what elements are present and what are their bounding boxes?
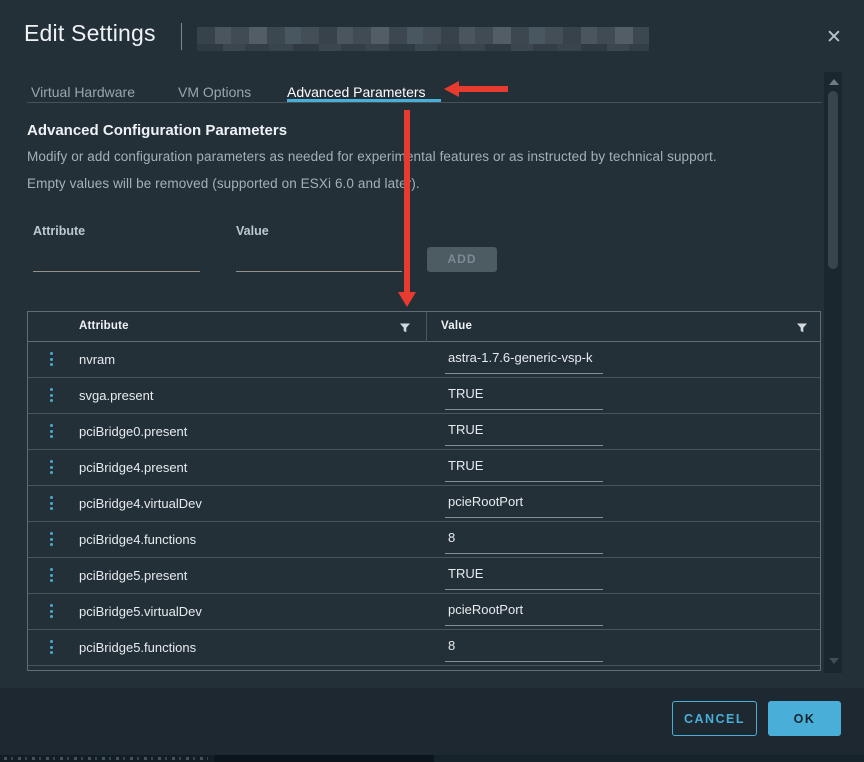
row-actions-icon[interactable] (50, 388, 53, 402)
value-field-label: Value (236, 224, 269, 238)
taskbar-segment (434, 755, 864, 762)
table-row: pciBridge5.functions 8 (28, 630, 820, 666)
filter-icon[interactable] (399, 321, 411, 333)
row-attribute: pciBridge5.functions (79, 640, 196, 655)
row-actions-icon[interactable] (50, 424, 53, 438)
tab-virtual-hardware[interactable]: Virtual Hardware (31, 84, 135, 100)
page-title: Edit Settings (24, 20, 156, 47)
column-divider (426, 312, 427, 342)
row-actions-icon[interactable] (50, 352, 53, 366)
filter-icon[interactable] (796, 321, 808, 333)
taskbar-segment (214, 755, 434, 762)
row-value-input[interactable]: TRUE (445, 458, 603, 482)
table-row: pciBridge5.virtualDev pcieRootPort (28, 594, 820, 630)
scrollbar-up-icon[interactable] (829, 79, 839, 85)
table-row: pciBridge5.present TRUE (28, 558, 820, 594)
row-attribute: pciBridge5.virtualDev (79, 604, 202, 619)
row-actions-icon[interactable] (50, 568, 53, 582)
add-button[interactable]: ADD (427, 247, 497, 272)
cancel-button[interactable]: CANCEL (672, 701, 757, 736)
table-header-row: Attribute Value (28, 312, 820, 342)
section-heading: Advanced Configuration Parameters (27, 122, 287, 139)
row-value-input[interactable]: 8 (445, 638, 603, 662)
red-arrow-to-advanced-parameters-tab (458, 86, 508, 92)
redaction-pixels (197, 44, 649, 51)
edit-settings-dialog: Edit Settings ✕ Virtual Hardware VM Opti… (0, 0, 864, 762)
row-value-input[interactable]: TRUE (445, 422, 603, 446)
table-body: nvram astra-1.7.6-generic-vsp-k svga.pre… (28, 342, 820, 666)
table-row: pciBridge4.functions 8 (28, 522, 820, 558)
table-row: pciBridge4.present TRUE (28, 450, 820, 486)
value-input[interactable] (236, 250, 402, 272)
red-arrow-to-attribute-filter (404, 110, 410, 293)
row-value-input[interactable]: astra-1.7.6-generic-vsp-k (445, 350, 603, 374)
vm-name-redacted (197, 27, 649, 51)
close-icon[interactable]: ✕ (820, 24, 848, 52)
section-description-line1: Modify or add configuration parameters a… (27, 149, 717, 164)
ok-button[interactable]: OK (768, 701, 841, 736)
row-actions-icon[interactable] (50, 496, 53, 510)
red-arrow-head-down (398, 292, 416, 307)
row-actions-icon[interactable] (50, 640, 53, 654)
tab-advanced-parameters[interactable]: Advanced Parameters (287, 84, 426, 100)
dialog-footer: CANCEL OK (0, 688, 864, 755)
row-value-input[interactable]: pcieRootPort (445, 494, 603, 518)
row-attribute: pciBridge4.present (79, 460, 187, 475)
attribute-input[interactable] (33, 250, 200, 272)
taskbar-blur-marks (4, 757, 208, 760)
row-attribute: pciBridge0.present (79, 424, 187, 439)
table-row: svga.present TRUE (28, 378, 820, 414)
row-attribute: nvram (79, 352, 115, 367)
taskbar-peek (0, 755, 864, 762)
column-header-value: Value (441, 320, 472, 332)
row-value-input[interactable]: TRUE (445, 386, 603, 410)
row-actions-icon[interactable] (50, 604, 53, 618)
table-row: pciBridge4.virtualDev pcieRootPort (28, 486, 820, 522)
row-attribute: pciBridge5.present (79, 568, 187, 583)
scrollbar-down-icon[interactable] (829, 658, 839, 664)
parameters-table: Attribute Value nvram astra-1.7.6-generi… (27, 311, 821, 671)
title-separator (181, 23, 182, 50)
column-header-attribute: Attribute (79, 320, 129, 332)
tab-vm-options[interactable]: VM Options (178, 84, 251, 100)
row-attribute: svga.present (79, 388, 153, 403)
row-value-input[interactable]: 8 (445, 530, 603, 554)
scrollbar-thumb[interactable] (828, 91, 838, 269)
table-row: nvram astra-1.7.6-generic-vsp-k (28, 342, 820, 378)
row-attribute: pciBridge4.functions (79, 532, 196, 547)
red-arrow-head-left (444, 81, 459, 97)
redaction-pixels (197, 27, 649, 44)
row-value-input[interactable]: TRUE (445, 566, 603, 590)
row-actions-icon[interactable] (50, 460, 53, 474)
attribute-field-label: Attribute (33, 224, 85, 238)
section-description-line2: Empty values will be removed (supported … (27, 176, 420, 191)
row-value-input[interactable]: pcieRootPort (445, 602, 603, 626)
tabs-divider (27, 102, 822, 103)
row-attribute: pciBridge4.virtualDev (79, 496, 202, 511)
table-row: pciBridge0.present TRUE (28, 414, 820, 450)
row-actions-icon[interactable] (50, 532, 53, 546)
